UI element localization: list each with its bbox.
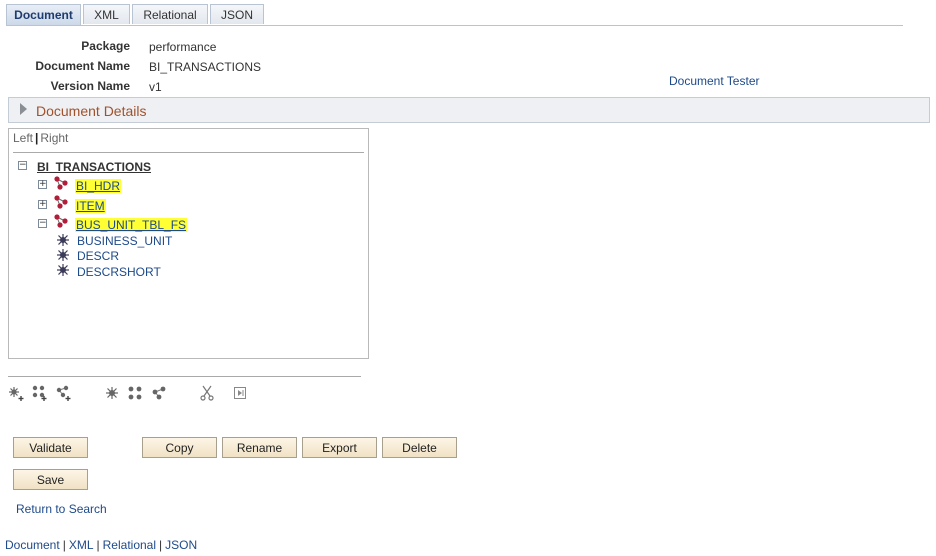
tab-divider	[6, 25, 903, 26]
tree-record-bus-unit-tbl-fs[interactable]: BUS_UNIT_TBL_FS	[75, 218, 188, 232]
paste-icon[interactable]	[232, 385, 248, 401]
bottom-navigation: Document | XML | Relational | JSON	[5, 538, 197, 552]
package-value: performance	[149, 40, 217, 54]
bottom-link-json[interactable]: JSON	[165, 538, 197, 552]
collapse-bus-unit-icon[interactable]: −	[38, 219, 47, 228]
export-button[interactable]: Export	[302, 437, 377, 458]
record-label[interactable]: BUS_UNIT_TBL_FS	[75, 218, 188, 232]
nav-separator: |	[96, 538, 100, 552]
left-right-toggle: Left | Right	[13, 131, 68, 145]
tab-json[interactable]: JSON	[210, 4, 264, 24]
toolbar-divider	[8, 376, 361, 377]
tree-field-descrshort[interactable]: DESCRSHORT	[77, 265, 161, 279]
nav-separator: |	[159, 538, 163, 552]
tree-root-node[interactable]: BI_TRANSACTIONS	[37, 160, 151, 174]
version-name-value: v1	[149, 80, 162, 94]
compound-record-icon	[54, 214, 68, 228]
document-details-label[interactable]: Document Details	[36, 103, 147, 119]
expand-bi-hdr-icon[interactable]: +	[38, 180, 47, 189]
save-button[interactable]: Save	[13, 469, 88, 490]
tree-divider	[13, 152, 364, 153]
document-name-value: BI_TRANSACTIONS	[149, 60, 262, 74]
tab-document[interactable]: Document	[6, 4, 81, 26]
expand-triangle-icon[interactable]	[20, 103, 27, 115]
validate-button[interactable]: Validate	[13, 437, 88, 458]
toggle-separator: |	[35, 131, 39, 145]
primitive-icon[interactable]	[104, 385, 120, 401]
right-view-link[interactable]: Right	[40, 131, 68, 145]
add-collection-icon[interactable]	[55, 385, 71, 401]
tree-field-business-unit[interactable]: BUSINESS_UNIT	[77, 234, 172, 248]
bottom-link-xml[interactable]: XML	[69, 538, 94, 552]
primitive-field-icon	[57, 249, 69, 261]
compound-record-icon	[54, 195, 68, 209]
version-name-label: Version Name	[50, 79, 130, 93]
add-compound-icon[interactable]	[31, 385, 47, 401]
bottom-link-relational[interactable]: Relational	[103, 538, 156, 552]
document-details-section[interactable]: Document Details	[8, 97, 930, 123]
rename-button[interactable]: Rename	[222, 437, 297, 458]
package-label: Package	[81, 39, 130, 53]
compound-icon[interactable]	[127, 385, 143, 401]
tree-record-bi-hdr[interactable]: BI_HDR	[75, 179, 122, 193]
document-tester-link[interactable]: Document Tester	[669, 74, 760, 88]
document-name-label: Document Name	[35, 59, 130, 73]
copy-button[interactable]: Copy	[142, 437, 217, 458]
compound-record-icon	[54, 176, 68, 190]
delete-button[interactable]: Delete	[382, 437, 457, 458]
add-primitive-icon[interactable]	[8, 385, 24, 401]
tree-record-item[interactable]: ITEM	[75, 199, 106, 213]
left-view-link[interactable]: Left	[13, 131, 33, 145]
record-label[interactable]: ITEM	[75, 199, 106, 213]
expand-item-icon[interactable]: +	[38, 200, 47, 209]
record-label[interactable]: BI_HDR	[75, 179, 122, 193]
cut-icon[interactable]	[199, 385, 215, 401]
collection-icon[interactable]	[151, 385, 167, 401]
tab-relational[interactable]: Relational	[132, 4, 208, 24]
tree-field-descr[interactable]: DESCR	[77, 249, 119, 263]
bottom-link-document[interactable]: Document	[5, 538, 60, 552]
return-to-search-link[interactable]: Return to Search	[16, 502, 107, 516]
collapse-root-icon[interactable]: −	[18, 161, 27, 170]
primitive-field-icon	[57, 264, 69, 276]
primitive-field-icon	[57, 234, 69, 246]
tab-xml[interactable]: XML	[83, 4, 130, 24]
nav-separator: |	[62, 538, 66, 552]
